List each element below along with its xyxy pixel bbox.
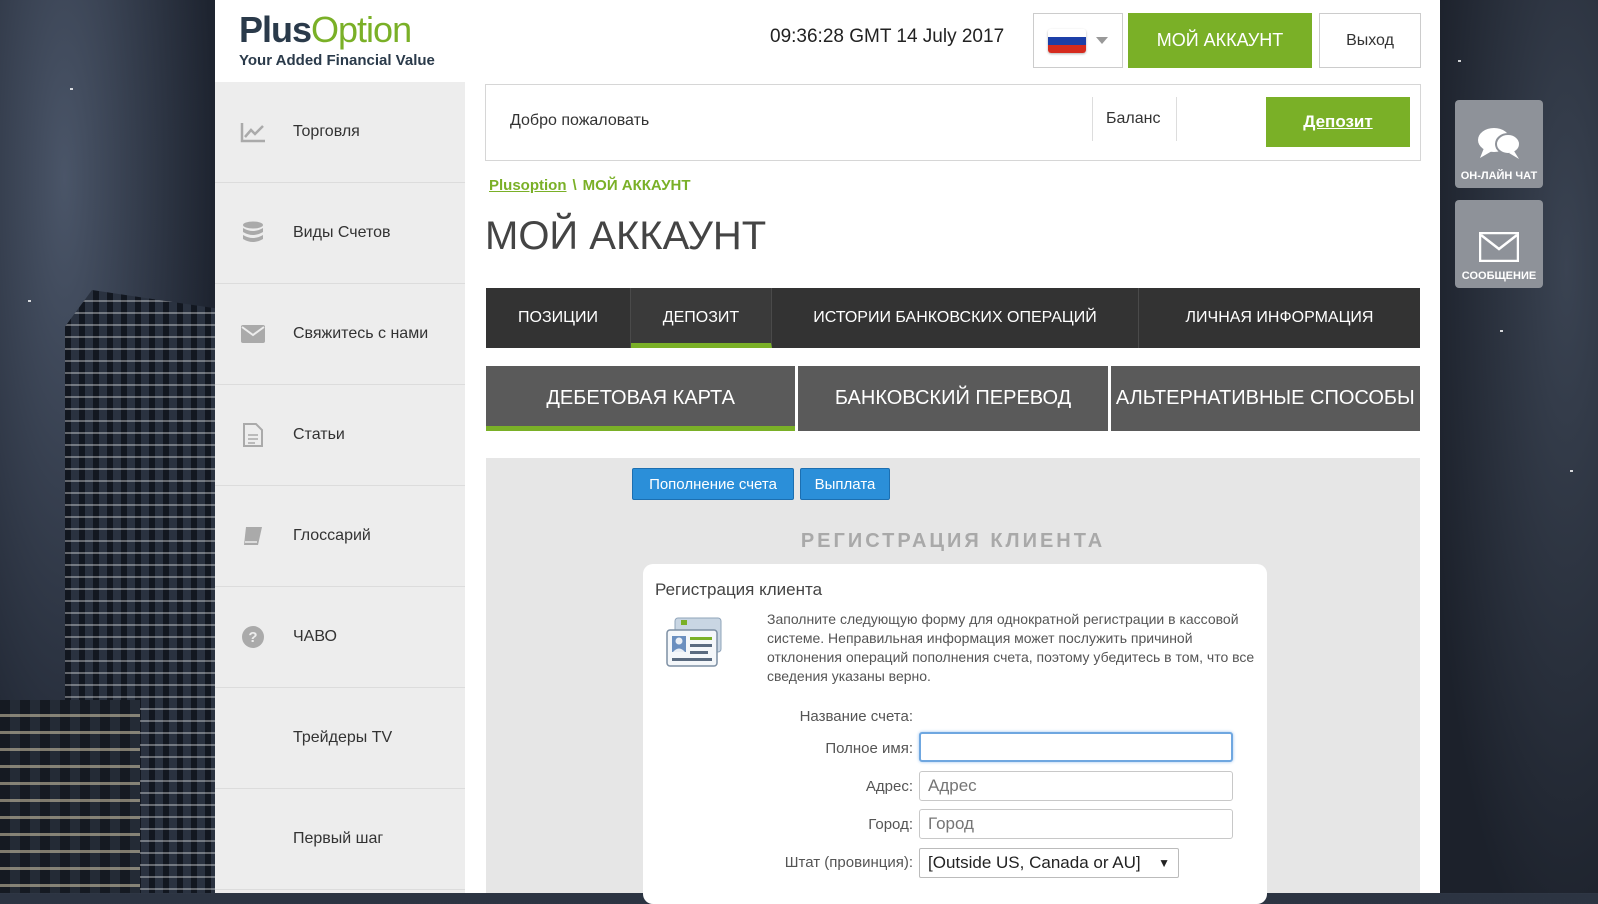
registration-card: Регистрация клиента Заполните следующую … — [643, 564, 1267, 904]
language-selector[interactable] — [1033, 13, 1123, 68]
main-page: PlusOption Your Added Financial Value 09… — [215, 0, 1440, 904]
my-account-button[interactable]: МОЙ АККАУНТ — [1128, 13, 1312, 68]
state-label: Штат (провинция): — [784, 854, 913, 871]
breadcrumb-current: МОЙ АККАУНТ — [582, 177, 691, 194]
sidebar-item-account-types[interactable]: Виды Счетов — [215, 183, 465, 284]
id-card-icon — [665, 616, 725, 670]
balance-label: Баланс — [1106, 110, 1161, 127]
tab-bank-history[interactable]: ИСТОРИИ БАНКОВСКИХ ОПЕРАЦИЙ — [772, 288, 1139, 348]
topup-button[interactable]: Пополнение счета — [632, 468, 794, 500]
logo-tagline: Your Added Financial Value — [239, 52, 435, 69]
sidebar-item-glossary[interactable]: Глоссарий — [215, 486, 465, 587]
sidebar-item-label: Статьи — [293, 426, 345, 443]
logout-button[interactable]: Выход — [1319, 13, 1421, 68]
background-city-left — [0, 0, 215, 893]
card-title: Регистрация клиента — [655, 580, 823, 599]
logo[interactable]: PlusOption Your Added Financial Value — [239, 10, 449, 76]
address-label: Адрес: — [865, 778, 913, 795]
sidebar-item-traders-tv[interactable]: Трейдеры TV — [215, 688, 465, 789]
tab-positions[interactable]: ПОЗИЦИИ — [486, 288, 631, 348]
deposit-content: Пополнение счета Выплата РЕГИСТРАЦИЯ КЛИ… — [486, 458, 1420, 904]
question-icon: ? — [239, 623, 267, 651]
sidebar: Торговля Виды Счетов Свяжитесь с нами Ст… — [215, 82, 465, 893]
registration-heading: РЕГИСТРАЦИЯ КЛИЕНТА — [800, 530, 1106, 552]
account-tabs: ПОЗИЦИИ ДЕПОЗИТ ИСТОРИИ БАНКОВСКИХ ОПЕРА… — [486, 288, 1420, 348]
sidebar-item-label: Виды Счетов — [293, 224, 391, 241]
breadcrumb: Plusoption \ МОЙ АККАУНТ — [489, 177, 691, 194]
russia-flag-icon — [1048, 28, 1086, 53]
live-chat-button[interactable]: ОН-ЛАЙН ЧАТ — [1455, 100, 1543, 188]
breadcrumb-home-link[interactable]: Plusoption — [489, 177, 567, 194]
full-name-field[interactable] — [919, 732, 1233, 762]
city-label: Город: — [868, 816, 913, 833]
sidebar-item-label: Глоссарий — [293, 527, 371, 544]
sidebar-item-articles[interactable]: Статьи — [215, 385, 465, 486]
database-icon — [239, 219, 267, 247]
building-lights — [0, 700, 140, 893]
state-select[interactable]: [Outside US, Canada or AU] ▼ — [919, 848, 1179, 878]
sidebar-item-first-step[interactable]: Первый шаг — [215, 789, 465, 890]
divider — [1092, 97, 1093, 141]
chevron-down-icon: ▼ — [1158, 856, 1170, 870]
svg-text:?: ? — [248, 629, 257, 646]
envelope-icon — [239, 320, 267, 348]
address-field[interactable] — [919, 771, 1233, 801]
divider — [1176, 97, 1177, 141]
tab-personal-info[interactable]: ЛИЧНАЯ ИНФОРМАЦИЯ — [1139, 288, 1420, 348]
sidebar-item-contact[interactable]: Свяжитесь с нами — [215, 284, 465, 385]
full-name-label: Полное имя: — [825, 740, 913, 757]
sidebar-item-trading[interactable]: Торговля — [215, 82, 465, 183]
sidebar-item-label: Первый шаг — [293, 830, 384, 847]
welcome-bar: Добро пожаловать Баланс Депозит — [485, 84, 1421, 161]
registration-description: Заполните следующую форму для однократно… — [767, 611, 1255, 684]
document-icon — [239, 421, 267, 449]
payment-method-tabs: ДЕБЕТОВАЯ КАРТА БАНКОВСКИЙ ПЕРЕВОД АЛЬТЕ… — [486, 366, 1420, 431]
book-icon — [239, 522, 267, 550]
sidebar-item-label: Трейдеры TV — [293, 729, 393, 746]
subtab-alternative-methods[interactable]: АЛЬТЕРНАТИВНЫЕ СПОСОБЫ — [1110, 366, 1420, 431]
message-button[interactable]: СООБЩЕНИЕ — [1455, 200, 1543, 288]
envelope-icon — [1479, 232, 1519, 262]
deposit-button[interactable]: Депозит — [1266, 97, 1410, 147]
page-title: МОЙ АККАУНТ — [485, 214, 767, 258]
tab-deposit[interactable]: ДЕПОЗИТ — [631, 288, 772, 348]
city-field[interactable] — [919, 809, 1233, 839]
chat-bubbles-icon — [1478, 128, 1521, 159]
chevron-down-icon — [1096, 37, 1108, 44]
sidebar-item-label: Торговля — [293, 123, 360, 140]
sidebar-item-label: Свяжитесь с нами — [293, 325, 429, 342]
clock: 09:36:28 GMT 14 July 2017 — [770, 26, 1005, 47]
payout-button[interactable]: Выплата — [800, 468, 890, 500]
subtab-bank-transfer[interactable]: БАНКОВСКИЙ ПЕРЕВОД — [798, 366, 1108, 431]
sidebar-item-label: ЧАВО — [293, 628, 337, 645]
chart-line-icon — [239, 118, 267, 146]
subtab-debit-card[interactable]: ДЕБЕТОВАЯ КАРТА — [486, 366, 796, 431]
sidebar-item-faq[interactable]: ? ЧАВО — [215, 587, 465, 688]
welcome-text: Добро пожаловать — [510, 112, 650, 129]
account-name-label: Название счета: — [799, 708, 913, 725]
